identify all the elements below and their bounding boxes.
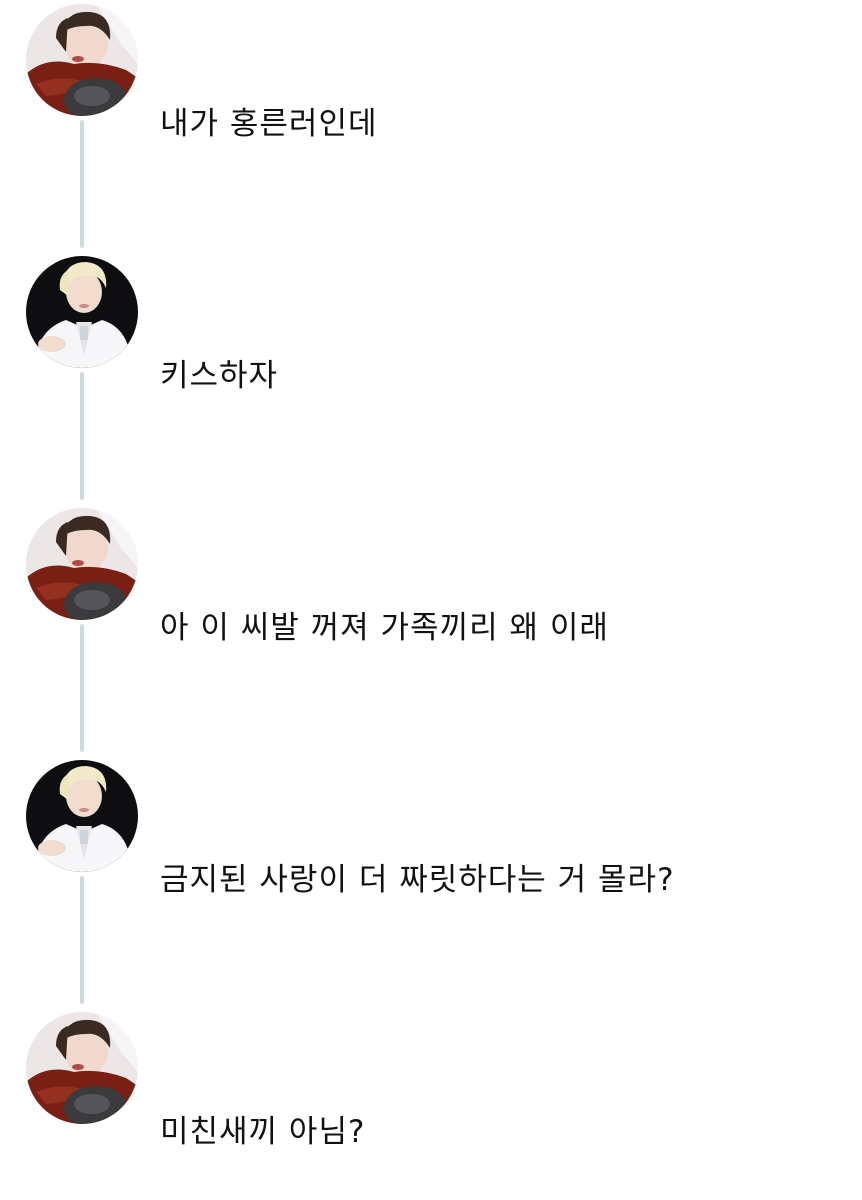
avatar-white-suit-image bbox=[26, 256, 138, 368]
tweet-text: 내가 홍른러인데 bbox=[160, 106, 378, 142]
thread-tweet[interactable]: 금지된 사랑이 더 짜릿하다는 거 몰라? bbox=[0, 756, 862, 1008]
avatar-red-sweater-image bbox=[26, 4, 138, 116]
avatar-red-sweater-image bbox=[26, 1012, 138, 1124]
tweet-text: 미친새끼 아님? bbox=[160, 1114, 366, 1150]
avatar-white-suit-image bbox=[26, 760, 138, 872]
thread-tweet[interactable]: 키스하자 bbox=[0, 252, 862, 504]
thread-tweet[interactable]: 아 이 씨발 꺼져 가족끼리 왜 이래 bbox=[0, 504, 862, 756]
tweet-text: 금지된 사랑이 더 짜릿하다는 거 몰라? bbox=[160, 862, 675, 898]
avatar[interactable] bbox=[26, 1012, 138, 1124]
avatar[interactable] bbox=[26, 256, 138, 368]
avatar-red-sweater-image bbox=[26, 508, 138, 620]
avatar[interactable] bbox=[26, 4, 138, 116]
thread-tweet[interactable]: 미친새끼 아님? bbox=[0, 1008, 862, 1200]
thread-tweet[interactable]: 내가 홍른러인데 bbox=[0, 0, 862, 252]
avatar[interactable] bbox=[26, 508, 138, 620]
tweet-text: 아 이 씨발 꺼져 가족끼리 왜 이래 bbox=[160, 610, 609, 646]
tweet-text: 키스하자 bbox=[160, 358, 279, 394]
avatar[interactable] bbox=[26, 760, 138, 872]
tweet-thread: 내가 홍른러인데 키스하자 아 이 씨발 꺼져 가족끼리 왜 이래 금지된 사랑… bbox=[0, 0, 862, 1200]
